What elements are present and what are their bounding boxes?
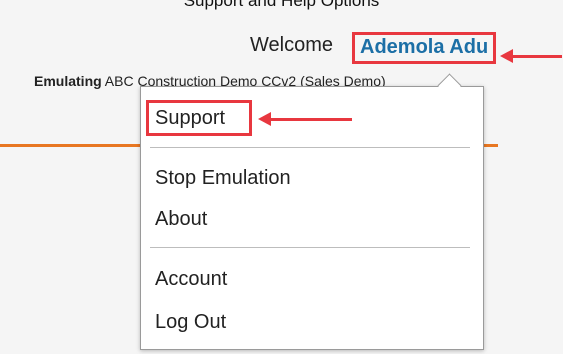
menu-separator bbox=[150, 247, 470, 248]
menu-item-about[interactable]: About bbox=[155, 208, 207, 231]
menu-item-account[interactable]: Account bbox=[155, 268, 227, 291]
support-highlight-box bbox=[146, 100, 252, 136]
annotation-arrow-support bbox=[258, 112, 352, 126]
welcome-label: Welcome bbox=[250, 34, 333, 56]
cut-off-heading-text: Support and Help Options bbox=[183, 0, 380, 10]
emulating-label: Emulating bbox=[34, 73, 102, 89]
menu-separator bbox=[150, 147, 470, 148]
user-menu-trigger[interactable]: Ademola Adu bbox=[352, 32, 497, 64]
annotation-arrow-username bbox=[500, 49, 562, 63]
menu-item-log-out[interactable]: Log Out bbox=[155, 311, 226, 334]
menu-item-stop-emulation[interactable]: Stop Emulation bbox=[155, 167, 291, 190]
